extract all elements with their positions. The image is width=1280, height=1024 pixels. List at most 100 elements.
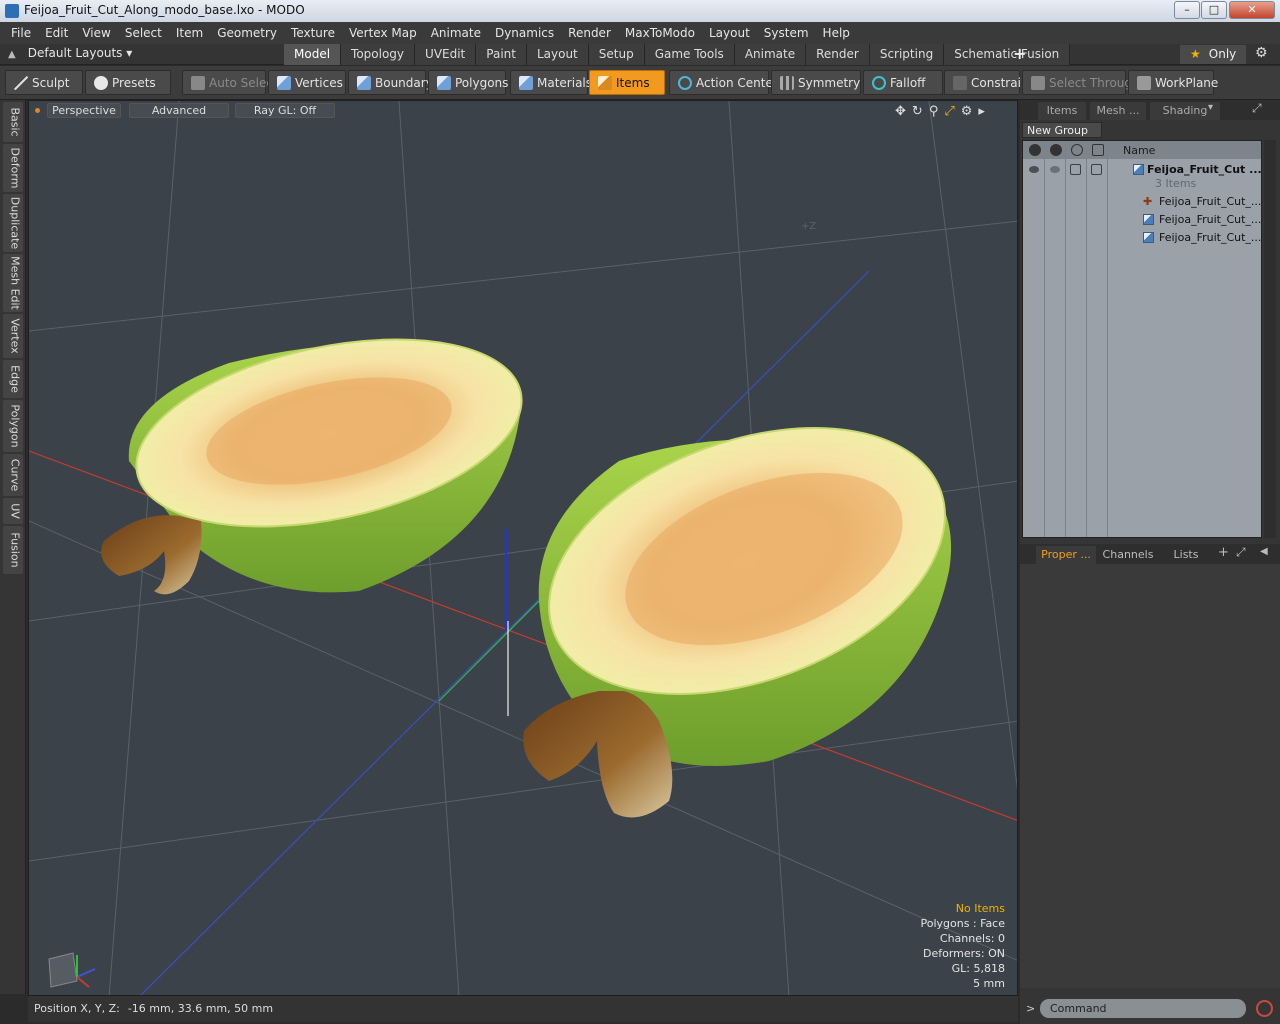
- tab-layout[interactable]: Layout: [526, 44, 589, 65]
- collapse-arrow-icon[interactable]: ◀: [1260, 546, 1268, 557]
- shading-dropdown[interactable]: Advanced: [129, 103, 229, 118]
- select-header-icon[interactable]: [1092, 144, 1104, 156]
- tab-scripting[interactable]: Scripting: [869, 44, 945, 65]
- tab-model[interactable]: Model: [284, 44, 342, 65]
- collapse-arrow-icon[interactable]: ▲: [8, 49, 16, 60]
- constraints-button[interactable]: Constrai...: [944, 70, 1032, 95]
- expand-properties-icon[interactable]: ⤢: [1236, 545, 1246, 560]
- symmetry-button[interactable]: Symmetry: [771, 70, 861, 95]
- star-icon: ★: [1190, 47, 1201, 61]
- presets-button[interactable]: Presets: [85, 70, 171, 95]
- list-item-locator[interactable]: ✚ Feijoa_Fruit_Cut_...: [1023, 193, 1261, 211]
- tab-topology[interactable]: Topology: [341, 44, 416, 65]
- vtab-deform[interactable]: Deform: [3, 144, 23, 192]
- items-button[interactable]: Items 5: [589, 70, 679, 95]
- layout-tab-bar: ▲ Default Layouts ▾ Model Topology UVEdit…: [0, 44, 1280, 65]
- menu-help[interactable]: Help: [816, 22, 857, 44]
- action-center-button[interactable]: Action Center: [669, 70, 778, 95]
- only-toggle-button[interactable]: ★ Only: [1180, 45, 1246, 64]
- workplane-button[interactable]: WorkPlane: [1128, 70, 1218, 95]
- fit-view-icon[interactable]: ⤢: [944, 104, 954, 119]
- tab-schematic-fusion[interactable]: Schematic Fusion: [944, 44, 1071, 65]
- materials-button[interactable]: Materials: [510, 70, 592, 95]
- item-list-scrollbar[interactable]: [1264, 140, 1276, 538]
- visibility-header-icon[interactable]: [1029, 144, 1041, 156]
- boundary-button[interactable]: Boundary: [348, 70, 433, 95]
- viewport-more-icon[interactable]: ▸: [978, 104, 985, 119]
- menu-texture[interactable]: Texture: [284, 22, 342, 44]
- rotate-view-icon[interactable]: ↻: [912, 104, 923, 119]
- falloff-icon: [872, 76, 886, 90]
- close-button[interactable]: ✕: [1229, 1, 1275, 19]
- viewport-stats: No Items Polygons : Face Channels: 0 Def…: [920, 901, 1005, 991]
- viewport-menu-dot-icon[interactable]: [35, 108, 40, 113]
- default-layouts-dropdown[interactable]: ▲ Default Layouts ▾: [8, 46, 132, 60]
- select-through-button[interactable]: Select Through: [1022, 70, 1140, 95]
- 3d-viewport[interactable]: +Z Perspective Advanced Ray GL: Off ✥ ↻ …: [28, 100, 1018, 996]
- perspective-dropdown[interactable]: Perspective: [47, 103, 121, 118]
- render-toggle-icon[interactable]: [1050, 166, 1060, 173]
- select-checkbox[interactable]: [1091, 164, 1102, 175]
- vertices-button[interactable]: Vertices 1: [268, 70, 357, 95]
- tab-properties[interactable]: Proper ...: [1036, 546, 1096, 564]
- properties-tabs: Proper ... Channels Lists + ⤢ ◀: [1020, 544, 1280, 564]
- fruit-half-left[interactable]: [101, 308, 538, 595]
- menu-geometry[interactable]: Geometry: [210, 22, 284, 44]
- tab-game-tools[interactable]: Game Tools: [644, 44, 735, 65]
- tab-paint[interactable]: Paint: [476, 44, 527, 65]
- list-item-mesh-1[interactable]: Feijoa_Fruit_Cut_...: [1023, 211, 1261, 229]
- list-item-root[interactable]: Feijoa_Fruit_Cut ...: [1023, 161, 1261, 179]
- tab-mesh[interactable]: Mesh ...: [1090, 102, 1146, 120]
- auto-select-button[interactable]: Auto Select: [182, 70, 278, 95]
- menu-layout[interactable]: Layout: [702, 22, 757, 44]
- add-layout-tab-button[interactable]: +: [1013, 44, 1026, 63]
- tab-setup[interactable]: Setup: [588, 44, 645, 65]
- vtab-duplicate[interactable]: Duplicate: [3, 194, 23, 252]
- channels-stat: Channels: 0: [939, 932, 1005, 945]
- render-header-icon[interactable]: [1050, 144, 1062, 156]
- lock-checkbox[interactable]: [1070, 164, 1081, 175]
- raygl-toggle[interactable]: Ray GL: Off: [235, 103, 335, 118]
- tab-render[interactable]: Render: [806, 44, 870, 65]
- menu-edit[interactable]: Edit: [38, 22, 75, 44]
- maximize-button[interactable]: □: [1201, 1, 1227, 19]
- move-view-icon[interactable]: ✥: [895, 104, 906, 119]
- tab-animate[interactable]: Animate: [734, 44, 807, 65]
- menu-render[interactable]: Render: [561, 22, 618, 44]
- name-column-header[interactable]: Name: [1123, 144, 1155, 157]
- list-item-mesh-2[interactable]: Feijoa_Fruit_Cut_...: [1023, 229, 1261, 247]
- tab-uvedit[interactable]: UVEdit: [415, 44, 477, 65]
- menu-dynamics[interactable]: Dynamics: [488, 22, 561, 44]
- menu-system[interactable]: System: [757, 22, 816, 44]
- position-label: Position X, Y, Z:: [34, 1002, 120, 1015]
- viewport-settings-icon[interactable]: ⚙: [961, 104, 973, 119]
- visibility-eye-icon[interactable]: [1029, 166, 1039, 173]
- polygons-button[interactable]: Polygons: [428, 70, 508, 95]
- minimize-button[interactable]: –: [1174, 1, 1200, 19]
- shading-dropdown-arrow-icon[interactable]: ▾: [1208, 102, 1213, 113]
- fruit-half-right[interactable]: [512, 378, 981, 818]
- lock-header-icon[interactable]: [1071, 144, 1083, 156]
- command-input[interactable]: Command: [1040, 999, 1246, 1018]
- menu-item[interactable]: Item: [169, 22, 210, 44]
- add-tab-icon[interactable]: +: [1218, 545, 1229, 560]
- menu-vertex-map[interactable]: Vertex Map: [342, 22, 424, 44]
- tab-lists[interactable]: Lists: [1160, 546, 1212, 564]
- tab-channels[interactable]: Channels: [1100, 546, 1156, 564]
- mesh-icon: [1143, 232, 1154, 243]
- falloff-button[interactable]: Falloff: [863, 70, 943, 95]
- record-stop-icon[interactable]: [1256, 1000, 1273, 1017]
- expand-panel-icon[interactable]: ⤢: [1252, 101, 1262, 116]
- vtab-fusion[interactable]: Fusion: [3, 526, 23, 574]
- tab-items[interactable]: Items: [1038, 102, 1086, 120]
- gear-icon[interactable]: ⚙: [1255, 45, 1268, 61]
- new-group-button[interactable]: New Group: [1022, 122, 1102, 138]
- menu-animate[interactable]: Animate: [424, 22, 488, 44]
- menu-file[interactable]: File: [4, 22, 38, 44]
- constraints-icon: [953, 76, 967, 90]
- menu-maxtomodo[interactable]: MaxToModo: [618, 22, 702, 44]
- menu-select[interactable]: Select: [118, 22, 169, 44]
- menu-view[interactable]: View: [75, 22, 117, 44]
- item-list[interactable]: Name Feijoa_Fruit_Cut ... 3 Items ✚ Feij…: [1022, 140, 1262, 538]
- zoom-view-icon[interactable]: ⚲: [929, 104, 939, 119]
